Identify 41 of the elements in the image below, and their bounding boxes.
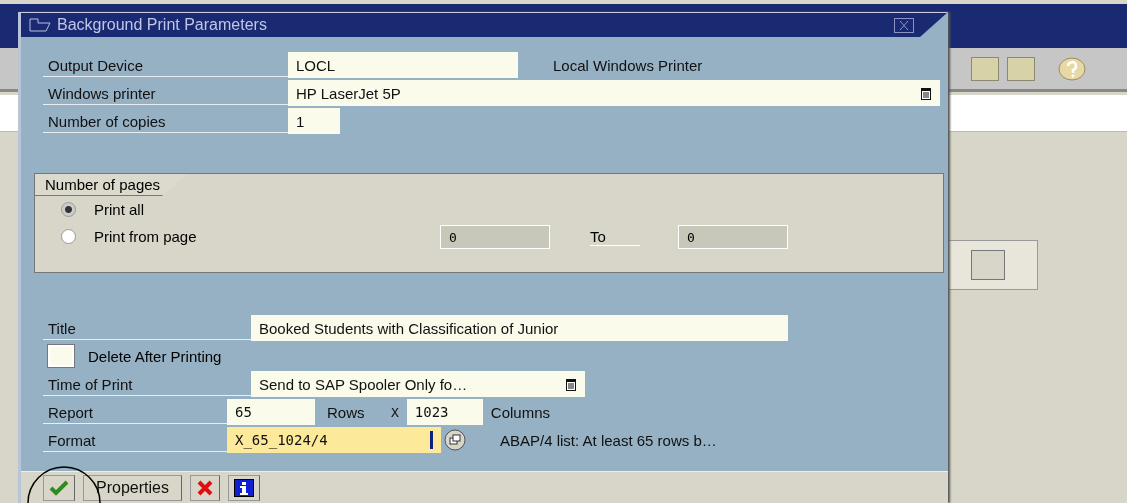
checkbox[interactable] [48,345,74,367]
input-field[interactable]: Booked Students with Classification of Junior [251,315,788,341]
to-page-field[interactable]: 0 [678,224,788,249]
input-field[interactable]: 1 [288,108,340,134]
from-page-field[interactable]: 0 [440,224,550,249]
rows-field[interactable]: 65 [227,399,315,425]
field-label: Output Device [43,53,288,77]
close-icon[interactable] [894,17,914,33]
radio-button[interactable] [61,229,76,244]
info-button[interactable] [227,475,260,501]
columns-field[interactable]: 1023 [406,399,483,425]
details-icon[interactable] [444,429,466,451]
value-help-icon[interactable] [920,86,932,100]
confirm-button[interactable] [43,475,75,501]
field-label: Rows [327,403,366,421]
field-label: Windows printer [43,81,288,105]
checkbox-label: Delete After Printing [88,347,222,365]
dropdown-field[interactable]: Send to SAP Spooler Only fo… [251,371,585,397]
format-field[interactable]: X_65_1024/4 [227,427,441,453]
checkmark-icon [49,480,69,496]
radio-button[interactable] [61,202,76,217]
input-field[interactable]: HP LaserJet 5P [288,80,940,106]
cancel-button[interactable] [189,475,220,501]
field-label: Columns [490,403,550,421]
cross-icon [195,480,214,496]
field-description: Local Windows Printer [553,56,703,74]
radio-label: Print all [94,201,146,218]
window-title: Background Print Parameters [57,16,268,34]
text-cursor [430,431,433,449]
group-title: Number of pages [35,174,189,196]
input-field[interactable]: LOCL [288,52,518,78]
dialog-icon [29,18,51,32]
info-icon [233,479,254,497]
field-description: ABAP/4 list: At least 65 rows b… [500,431,717,449]
help-icon[interactable] [1057,55,1087,82]
properties-button[interactable]: Properties [83,475,182,501]
field-label: Number of copies [43,109,288,133]
radio-label: Print from page [94,228,198,245]
times-label: X [391,404,399,420]
value-help-icon[interactable] [565,377,577,391]
field-label: To [590,227,640,246]
